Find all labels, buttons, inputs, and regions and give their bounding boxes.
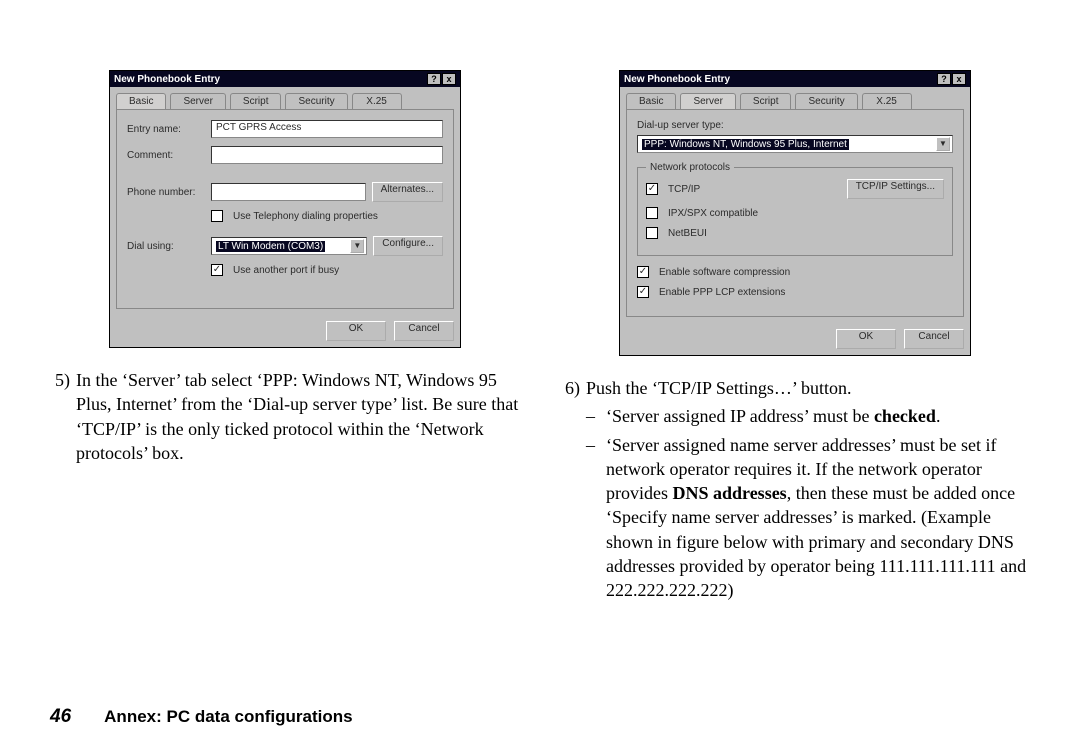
group-label: Network protocols (646, 162, 734, 173)
cancel-button-2[interactable]: Cancel (904, 329, 964, 349)
tab-basic-2[interactable]: Basic (626, 93, 676, 109)
entry-name-field[interactable]: PCT GPRS Access (211, 120, 443, 138)
tab-security[interactable]: Security (285, 93, 347, 109)
chk-compression-label: Enable software compression (659, 267, 790, 278)
step-6-num: 6) (560, 376, 580, 607)
chk-telephony[interactable] (211, 210, 223, 222)
ok-button-2[interactable]: OK (836, 329, 896, 349)
tab-basic[interactable]: Basic (116, 93, 166, 109)
phone-field[interactable] (211, 183, 366, 201)
label-phone: Phone number: (127, 187, 205, 198)
close-button[interactable]: x (442, 73, 456, 85)
chk-netbeui[interactable] (646, 227, 658, 239)
tab-x25[interactable]: X.25 (352, 93, 402, 109)
cancel-button[interactable]: Cancel (394, 321, 454, 341)
network-protocols-group: Network protocols ✓ TCP/IP TCP/IP Settin… (637, 167, 953, 256)
step-5: 5) In the ‘Server’ tab select ‘PPP: Wind… (50, 368, 520, 469)
ok-button[interactable]: OK (326, 321, 386, 341)
label-dial: Dial using: (127, 241, 205, 252)
tab-server-2[interactable]: Server (680, 93, 735, 109)
tab-security-2[interactable]: Security (795, 93, 857, 109)
page-footer: 46 Annex: PC data configurations (50, 706, 353, 728)
help-button[interactable]: ? (427, 73, 441, 85)
tab-script-2[interactable]: Script (740, 93, 792, 109)
tab-script[interactable]: Script (230, 93, 282, 109)
dash-icon-2: – (586, 433, 598, 603)
tab-body-basic: Entry name: PCT GPRS Access Comment: Pho… (116, 109, 454, 309)
chk-ipx[interactable] (646, 207, 658, 219)
step-5-text: In the ‘Server’ tab select ‘PPP: Windows… (76, 368, 520, 465)
phonebook-dialog-basic: New Phonebook Entry ? x Basic Server Scr… (109, 70, 461, 348)
chevron-down-icon: ▼ (350, 239, 364, 253)
alternates-button[interactable]: Alternates... (372, 182, 443, 202)
help-button-2[interactable]: ? (937, 73, 951, 85)
page-number: 46 (50, 706, 71, 727)
chk-tcpip[interactable]: ✓ (646, 183, 658, 195)
chk-lcp[interactable]: ✓ (637, 286, 649, 298)
chk-netbeui-label: NetBEUI (668, 228, 707, 239)
titlebar: New Phonebook Entry ? x (110, 71, 460, 87)
tab-strip-2: Basic Server Script Security X.25 (620, 87, 970, 109)
step-6-sub1: ‘Server assigned IP address’ must be che… (606, 404, 940, 428)
tab-x25-2[interactable]: X.25 (862, 93, 912, 109)
step-5-num: 5) (50, 368, 70, 469)
tab-strip: Basic Server Script Security X.25 (110, 87, 460, 109)
tcpip-settings-button[interactable]: TCP/IP Settings... (847, 179, 944, 199)
tab-server[interactable]: Server (170, 93, 225, 109)
chk-another-label: Use another port if busy (233, 265, 339, 276)
phonebook-dialog-server: New Phonebook Entry ? x Basic Server Scr… (619, 70, 971, 356)
chk-tcpip-label: TCP/IP (668, 184, 841, 195)
step-6: 6) Push the ‘TCP/IP Settings…’ button. –… (560, 376, 1030, 607)
footer-title: Annex: PC data configurations (104, 707, 352, 726)
chk-another-port[interactable]: ✓ (211, 264, 223, 276)
chk-lcp-label: Enable PPP LCP extensions (659, 287, 785, 298)
label-server-type: Dial-up server type: (637, 120, 953, 131)
label-comment: Comment: (127, 150, 205, 161)
comment-field[interactable] (211, 146, 443, 164)
configure-button[interactable]: Configure... (373, 236, 443, 256)
step-6-text: Push the ‘TCP/IP Settings…’ button. (586, 376, 1030, 400)
tab-body-server: Dial-up server type: PPP: Windows NT, Wi… (626, 109, 964, 317)
chk-ipx-label: IPX/SPX compatible (668, 208, 758, 219)
chk-compression[interactable]: ✓ (637, 266, 649, 278)
server-type-dropdown[interactable]: PPP: Windows NT, Windows 95 Plus, Intern… (637, 135, 953, 153)
chevron-down-icon-2: ▼ (936, 137, 950, 151)
close-button-2[interactable]: x (952, 73, 966, 85)
titlebar-2: New Phonebook Entry ? x (620, 71, 970, 87)
label-entry: Entry name: (127, 124, 205, 135)
chk-telephony-label: Use Telephony dialing properties (233, 211, 378, 222)
dial-using-dropdown[interactable]: LT Win Modem (COM3) ▼ (211, 237, 367, 255)
dialog-title: New Phonebook Entry (114, 74, 220, 85)
dash-icon: – (586, 404, 598, 428)
step-6-sub2: ‘Server assigned name server addresses’ … (606, 433, 1030, 603)
dialog-title-2: New Phonebook Entry (624, 74, 730, 85)
